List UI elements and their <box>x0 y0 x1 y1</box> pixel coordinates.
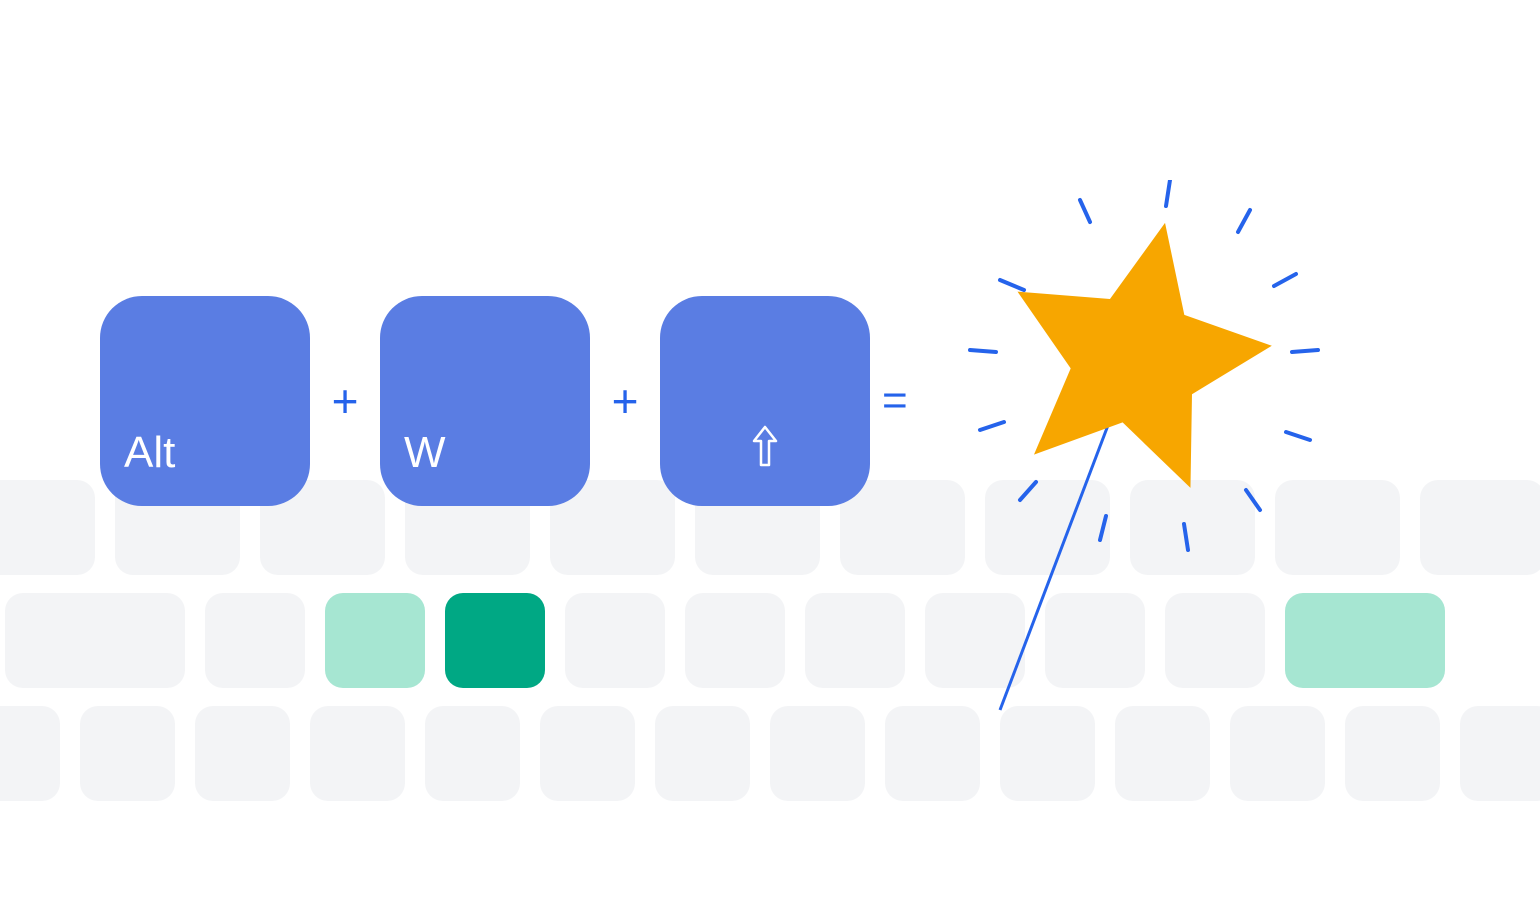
background-key <box>5 593 185 688</box>
background-key <box>0 706 60 801</box>
magic-wand-icon <box>940 180 1360 740</box>
background-key <box>195 706 290 801</box>
background-key <box>80 706 175 801</box>
background-key <box>770 706 865 801</box>
arrow-up-icon <box>752 425 778 478</box>
key-w-label: W <box>404 428 446 478</box>
background-key <box>445 593 545 688</box>
background-key <box>325 593 425 688</box>
background-key <box>0 480 95 575</box>
plus-operator-1: + <box>310 374 380 428</box>
key-arrow-up <box>660 296 870 506</box>
equals-operator: = <box>882 376 914 426</box>
background-key <box>205 593 305 688</box>
background-key <box>540 706 635 801</box>
background-key <box>425 706 520 801</box>
illustration-stage: Alt + W + = <box>0 0 1540 920</box>
plus-operator-2: + <box>590 374 660 428</box>
key-alt-label: Alt <box>124 428 175 478</box>
background-key <box>655 706 750 801</box>
background-key <box>310 706 405 801</box>
background-key <box>565 593 665 688</box>
background-key <box>1460 706 1540 801</box>
shortcut-row: Alt + W + = <box>100 296 914 506</box>
background-key <box>1420 480 1540 575</box>
key-alt: Alt <box>100 296 310 506</box>
background-key <box>805 593 905 688</box>
background-key <box>685 593 785 688</box>
key-w: W <box>380 296 590 506</box>
